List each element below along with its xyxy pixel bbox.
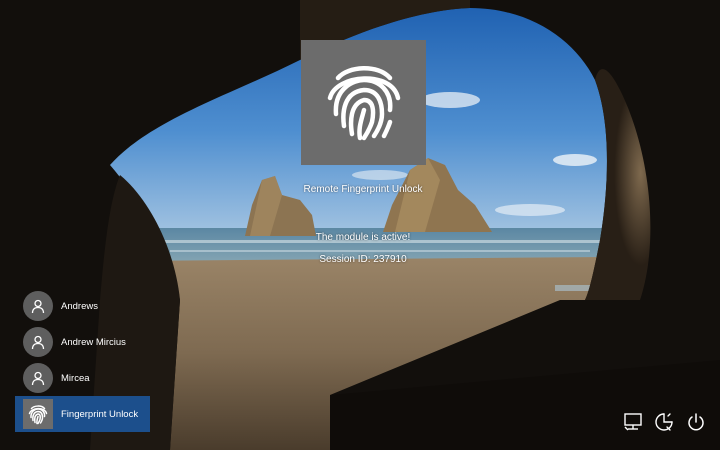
fingerprint-icon	[23, 399, 53, 429]
power-icon[interactable]	[684, 410, 708, 434]
user-list: Andrews Andrew Mircius Mircea Fingerprin…	[15, 288, 155, 432]
user-item-andrew-mircius[interactable]: Andrew Mircius	[15, 324, 150, 360]
fingerprint-icon	[316, 52, 412, 153]
user-name: Andrew Mircius	[61, 336, 126, 348]
module-status: The module is active!	[315, 232, 411, 243]
user-item-fingerprint-unlock[interactable]: Fingerprint Unlock	[15, 396, 150, 432]
user-name: Fingerprint Unlock	[61, 408, 139, 420]
unlock-title: Remote Fingerprint Unlock	[303, 184, 423, 195]
network-icon[interactable]	[621, 410, 645, 434]
session-id: Session ID: 237910	[319, 254, 407, 265]
user-icon	[23, 291, 53, 321]
lock-screen: Remote Fingerprint Unlock The module is …	[0, 0, 720, 450]
user-name: Andrews	[61, 300, 98, 312]
user-item-andrews[interactable]: Andrews	[15, 288, 150, 324]
user-icon	[23, 363, 53, 393]
fingerprint-tile	[301, 40, 426, 165]
user-item-mircea[interactable]: Mircea	[15, 360, 150, 396]
user-icon	[23, 327, 53, 357]
user-name: Mircea	[61, 372, 90, 384]
accessibility-icon[interactable]	[652, 410, 676, 434]
